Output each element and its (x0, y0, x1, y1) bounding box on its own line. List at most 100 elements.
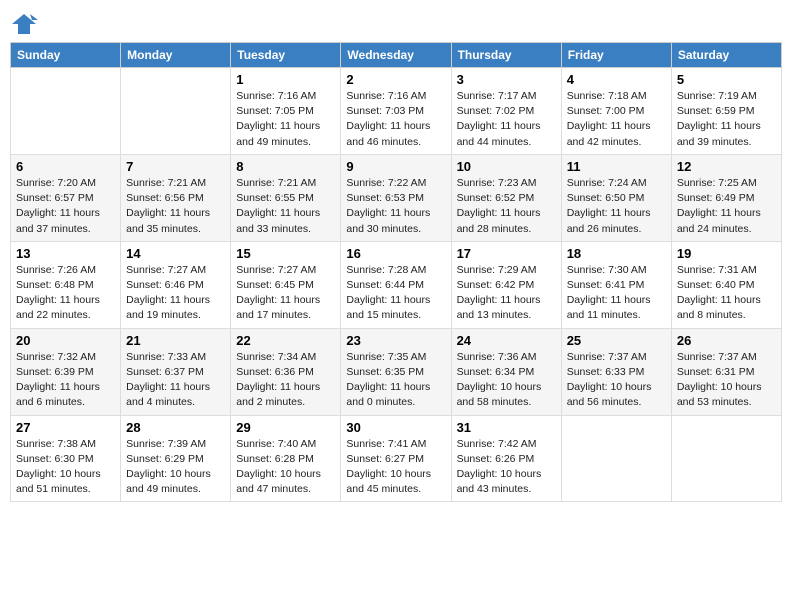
day-info: Sunrise: 7:38 AM Sunset: 6:30 PM Dayligh… (16, 437, 115, 498)
day-number: 4 (567, 72, 666, 87)
calendar-cell: 25 Sunrise: 7:37 AM Sunset: 6:33 PM Dayli… (561, 328, 671, 415)
day-number: 17 (457, 246, 556, 261)
calendar-cell: 21 Sunrise: 7:33 AM Sunset: 6:37 PM Dayli… (121, 328, 231, 415)
day-info: Sunrise: 7:25 AM Sunset: 6:49 PM Dayligh… (677, 176, 776, 237)
day-info: Sunrise: 7:24 AM Sunset: 6:50 PM Dayligh… (567, 176, 666, 237)
day-info: Sunrise: 7:35 AM Sunset: 6:35 PM Dayligh… (346, 350, 445, 411)
logo (10, 10, 42, 38)
calendar-cell (671, 415, 781, 502)
day-info: Sunrise: 7:28 AM Sunset: 6:44 PM Dayligh… (346, 263, 445, 324)
day-number: 10 (457, 159, 556, 174)
weekday-header-monday: Monday (121, 43, 231, 68)
day-number: 23 (346, 333, 445, 348)
day-number: 6 (16, 159, 115, 174)
day-number: 25 (567, 333, 666, 348)
day-number: 21 (126, 333, 225, 348)
day-info: Sunrise: 7:34 AM Sunset: 6:36 PM Dayligh… (236, 350, 335, 411)
day-info: Sunrise: 7:33 AM Sunset: 6:37 PM Dayligh… (126, 350, 225, 411)
calendar-cell: 22 Sunrise: 7:34 AM Sunset: 6:36 PM Dayli… (231, 328, 341, 415)
calendar-cell: 11 Sunrise: 7:24 AM Sunset: 6:50 PM Dayli… (561, 154, 671, 241)
calendar-cell: 16 Sunrise: 7:28 AM Sunset: 6:44 PM Dayli… (341, 241, 451, 328)
calendar-cell: 27 Sunrise: 7:38 AM Sunset: 6:30 PM Dayli… (11, 415, 121, 502)
day-number: 2 (346, 72, 445, 87)
day-info: Sunrise: 7:30 AM Sunset: 6:41 PM Dayligh… (567, 263, 666, 324)
day-number: 13 (16, 246, 115, 261)
calendar-cell: 4 Sunrise: 7:18 AM Sunset: 7:00 PM Daylig… (561, 68, 671, 155)
weekday-header-saturday: Saturday (671, 43, 781, 68)
calendar-cell: 15Sunrise: 7:27 AM Sunset: 6:45 PM Dayli… (231, 241, 341, 328)
day-info: Sunrise: 7:27 AM Sunset: 6:46 PM Dayligh… (126, 263, 225, 324)
calendar-cell: 20 Sunrise: 7:32 AM Sunset: 6:39 PM Dayli… (11, 328, 121, 415)
day-info: Sunrise: 7:39 AM Sunset: 6:29 PM Dayligh… (126, 437, 225, 498)
day-number: 31 (457, 420, 556, 435)
page-header (10, 10, 782, 38)
day-info: Sunrise: 7:19 AM Sunset: 6:59 PM Dayligh… (677, 89, 776, 150)
day-number: 5 (677, 72, 776, 87)
calendar-cell: 14 Sunrise: 7:27 AM Sunset: 6:46 PM Dayli… (121, 241, 231, 328)
weekday-header-thursday: Thursday (451, 43, 561, 68)
calendar-table: SundayMondayTuesdayWednesdayThursdayFrid… (10, 42, 782, 502)
weekday-header-wednesday: Wednesday (341, 43, 451, 68)
day-number: 27 (16, 420, 115, 435)
day-number: 7 (126, 159, 225, 174)
calendar-cell (121, 68, 231, 155)
calendar-cell: 3Sunrise: 7:17 AM Sunset: 7:02 PM Daylig… (451, 68, 561, 155)
calendar-cell: 24 Sunrise: 7:36 AM Sunset: 6:34 PM Dayli… (451, 328, 561, 415)
day-info: Sunrise: 7:23 AM Sunset: 6:52 PM Dayligh… (457, 176, 556, 237)
day-info: Sunrise: 7:18 AM Sunset: 7:00 PM Dayligh… (567, 89, 666, 150)
day-number: 14 (126, 246, 225, 261)
weekday-header-friday: Friday (561, 43, 671, 68)
day-info: Sunrise: 7:21 AM Sunset: 6:55 PM Dayligh… (236, 176, 335, 237)
calendar-week-4: 20 Sunrise: 7:32 AM Sunset: 6:39 PM Dayli… (11, 328, 782, 415)
day-info: Sunrise: 7:31 AM Sunset: 6:40 PM Dayligh… (677, 263, 776, 324)
day-number: 15 (236, 246, 335, 261)
day-number: 16 (346, 246, 445, 261)
day-info: Sunrise: 7:41 AM Sunset: 6:27 PM Dayligh… (346, 437, 445, 498)
calendar-week-1: 1 Sunrise: 7:16 AM Sunset: 7:05 PM Daylig… (11, 68, 782, 155)
day-info: Sunrise: 7:36 AM Sunset: 6:34 PM Dayligh… (457, 350, 556, 411)
weekday-header-sunday: Sunday (11, 43, 121, 68)
day-info: Sunrise: 7:20 AM Sunset: 6:57 PM Dayligh… (16, 176, 115, 237)
calendar-cell: 13 Sunrise: 7:26 AM Sunset: 6:48 PM Dayli… (11, 241, 121, 328)
calendar-cell: 2 Sunrise: 7:16 AM Sunset: 7:03 PM Daylig… (341, 68, 451, 155)
day-number: 18 (567, 246, 666, 261)
logo-icon (10, 10, 38, 38)
calendar-cell (11, 68, 121, 155)
calendar-cell: 23 Sunrise: 7:35 AM Sunset: 6:35 PM Dayli… (341, 328, 451, 415)
day-number: 12 (677, 159, 776, 174)
day-info: Sunrise: 7:40 AM Sunset: 6:28 PM Dayligh… (236, 437, 335, 498)
day-number: 19 (677, 246, 776, 261)
calendar-cell: 29 Sunrise: 7:40 AM Sunset: 6:28 PM Dayli… (231, 415, 341, 502)
day-number: 3 (457, 72, 556, 87)
calendar-cell: 5 Sunrise: 7:19 AM Sunset: 6:59 PM Daylig… (671, 68, 781, 155)
day-number: 11 (567, 159, 666, 174)
weekday-header-row: SundayMondayTuesdayWednesdayThursdayFrid… (11, 43, 782, 68)
day-info: Sunrise: 7:37 AM Sunset: 6:33 PM Dayligh… (567, 350, 666, 411)
calendar-cell (561, 415, 671, 502)
calendar-cell: 30 Sunrise: 7:41 AM Sunset: 6:27 PM Dayli… (341, 415, 451, 502)
day-number: 24 (457, 333, 556, 348)
day-number: 26 (677, 333, 776, 348)
calendar-cell: 31 Sunrise: 7:42 AM Sunset: 6:26 PM Dayli… (451, 415, 561, 502)
day-number: 29 (236, 420, 335, 435)
day-number: 1 (236, 72, 335, 87)
day-info: Sunrise: 7:22 AM Sunset: 6:53 PM Dayligh… (346, 176, 445, 237)
day-info: Sunrise: 7:42 AM Sunset: 6:26 PM Dayligh… (457, 437, 556, 498)
day-info: Sunrise: 7:32 AM Sunset: 6:39 PM Dayligh… (16, 350, 115, 411)
calendar-cell: 18 Sunrise: 7:30 AM Sunset: 6:41 PM Dayli… (561, 241, 671, 328)
day-number: 9 (346, 159, 445, 174)
calendar-cell: 12 Sunrise: 7:25 AM Sunset: 6:49 PM Dayli… (671, 154, 781, 241)
calendar-cell: 28Sunrise: 7:39 AM Sunset: 6:29 PM Dayli… (121, 415, 231, 502)
day-info: Sunrise: 7:16 AM Sunset: 7:05 PM Dayligh… (236, 89, 335, 150)
calendar-cell: 26Sunrise: 7:37 AM Sunset: 6:31 PM Dayli… (671, 328, 781, 415)
day-info: Sunrise: 7:16 AM Sunset: 7:03 PM Dayligh… (346, 89, 445, 150)
day-number: 20 (16, 333, 115, 348)
day-number: 22 (236, 333, 335, 348)
calendar-cell: 7Sunrise: 7:21 AM Sunset: 6:56 PM Daylig… (121, 154, 231, 241)
day-number: 30 (346, 420, 445, 435)
calendar-cell: 1 Sunrise: 7:16 AM Sunset: 7:05 PM Daylig… (231, 68, 341, 155)
day-info: Sunrise: 7:29 AM Sunset: 6:42 PM Dayligh… (457, 263, 556, 324)
day-number: 8 (236, 159, 335, 174)
calendar-cell: 9 Sunrise: 7:22 AM Sunset: 6:53 PM Daylig… (341, 154, 451, 241)
day-info: Sunrise: 7:26 AM Sunset: 6:48 PM Dayligh… (16, 263, 115, 324)
